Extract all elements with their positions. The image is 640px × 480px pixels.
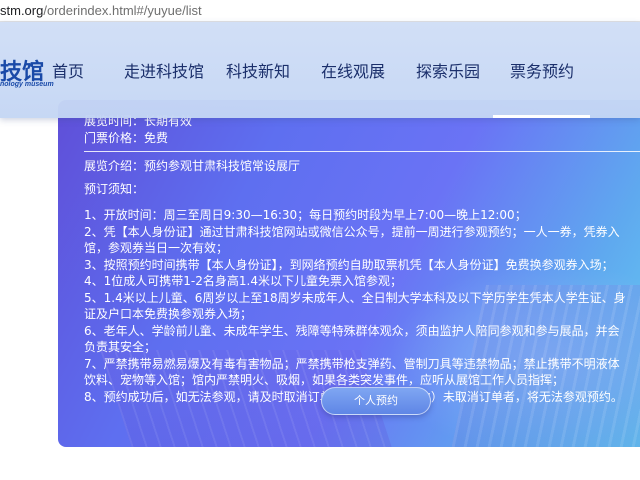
nav-ticket-booking[interactable]: 票务预约 [510, 58, 574, 82]
nav-online-exhibition[interactable]: 在线观展 [321, 58, 385, 82]
ticket-price: 门票价格：免费 [84, 130, 169, 145]
address-bar[interactable]: stm.org/orderindex.html#/yuyue/list [0, 0, 640, 22]
notice-line: 5、1.4米以上儿童、6周岁以上至18周岁未成年人、全日制大学本科及以下学历学生… [84, 290, 626, 305]
personal-reservation-button[interactable]: 个人预约 [321, 387, 431, 415]
url-path: /orderindex.html#/yuyue/list [43, 3, 202, 18]
nav-explore-park[interactable]: 探索乐园 [416, 58, 480, 82]
nav-about-museum[interactable]: 走进科技馆 [124, 58, 204, 82]
notice-line: 4、1位成人可携带1-2名身高1.4米以下儿童免票入馆参观； [84, 274, 402, 288]
notice-title: 预订须知： [84, 181, 145, 196]
notice-line: 1、开放时间：周三至周日9:30—16:30；每日预约时段为早上7:00—晚上1… [84, 208, 527, 222]
museum-logo[interactable]: 技馆 nology museum [0, 54, 54, 94]
exhibit-intro: 展览介绍：预约参观甘肃科技馆常设展厅 [84, 159, 301, 173]
notice-line: 证及户口本免费换参观券入场； [84, 307, 253, 321]
notice-line: 6、老年人、学龄前儿童、未成年学生、残障等特殊群体观众，须由监护人陪同参观和参与… [84, 323, 620, 338]
notice-line: 馆，参观券当日一次有效； [84, 241, 229, 255]
nav-home[interactable]: 首页 [52, 58, 84, 82]
logo-subtext: nology museum [0, 81, 54, 88]
nav-science-news[interactable]: 科技新知 [226, 58, 290, 82]
notice-line: 3、按照预约时间携带【本人身份证】，到网络预约自助取票机凭【本人身份证】免费换参… [84, 257, 614, 272]
notice-line: 负责其安全； [84, 340, 157, 354]
notice-line: 2、凭【本人身份证】通过甘肃科技馆网站或微信公众号，提前一周进行参观预约；一人一… [84, 224, 620, 239]
notice-line: 7、严禁携带易燃易爆及有毒有害物品；严禁携带枪支弹药、管制刀具等违禁物品；禁止携… [84, 356, 620, 371]
booking-details: 展览时间：长期有效 门票价格：免费 展览介绍：预约参观甘肃科技馆常设展厅 预订须… [84, 113, 640, 405]
site-header: 技馆 nology museum 首页 走进科技馆 科技新知 在线观展 探索乐园… [0, 22, 640, 118]
url-host: stm.org [0, 3, 44, 18]
nav-active-indicator [493, 115, 590, 118]
divider [84, 151, 640, 152]
